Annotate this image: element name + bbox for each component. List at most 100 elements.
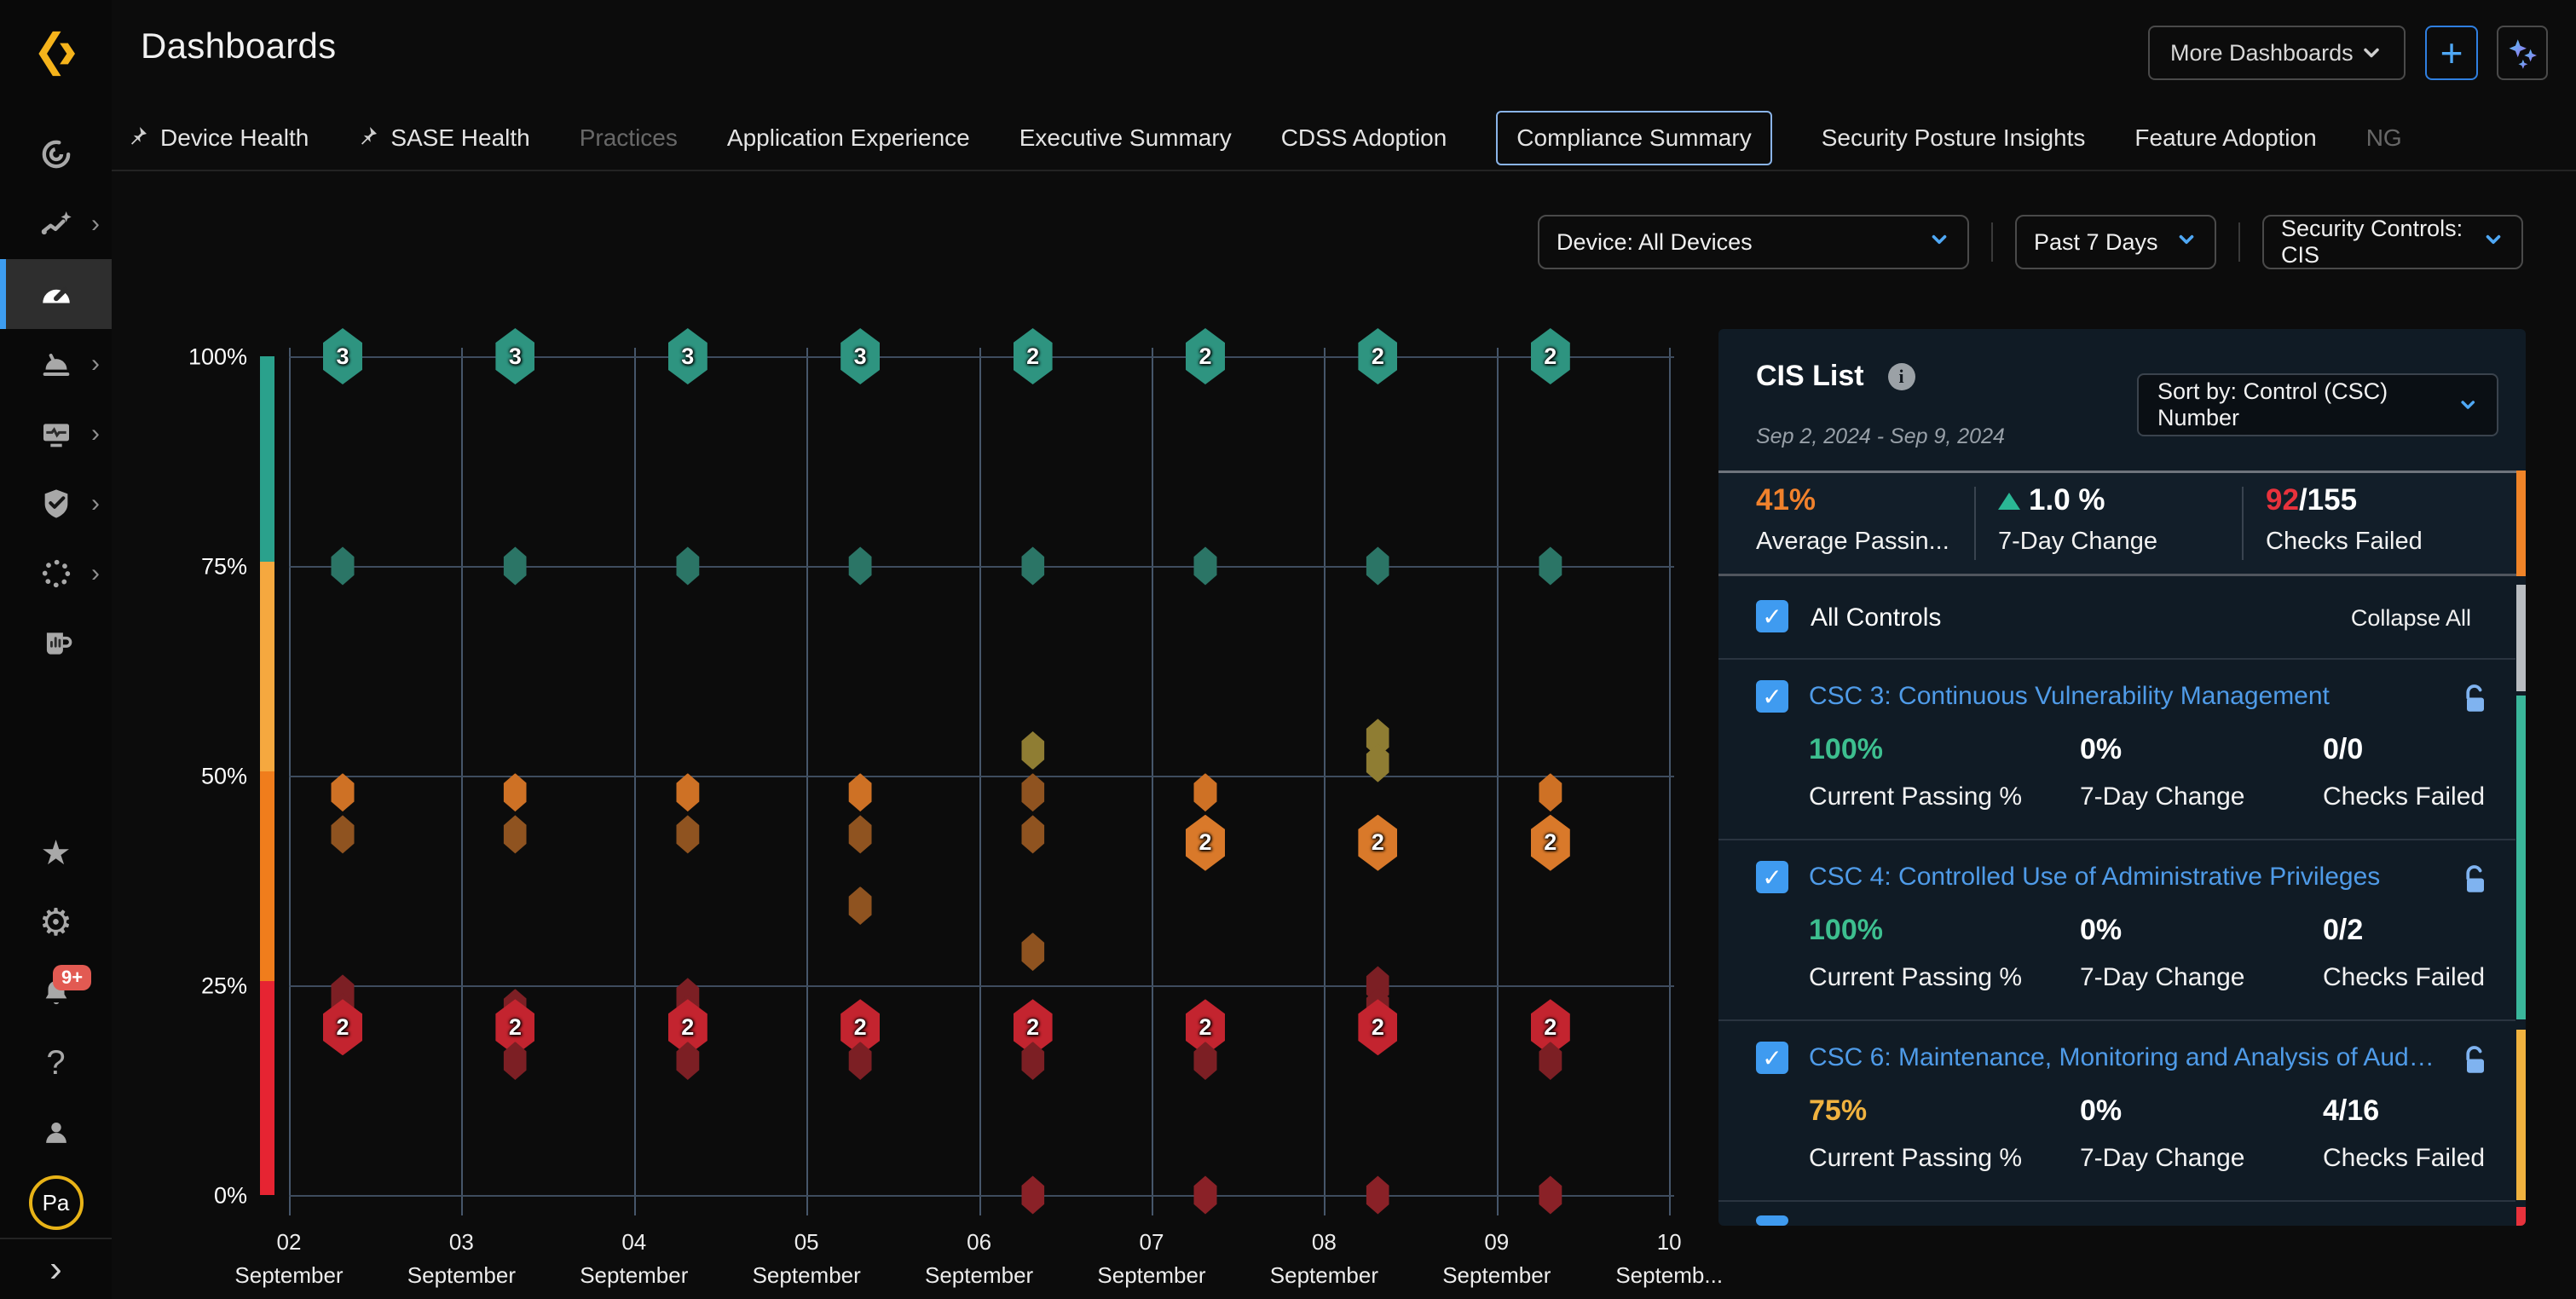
- data-point-hexagon[interactable]: 2: [1014, 328, 1053, 384]
- data-point-hexagon[interactable]: [1366, 547, 1389, 586]
- control-checkbox[interactable]: ✓: [1756, 861, 1788, 893]
- data-point-hexagon[interactable]: 2: [1531, 328, 1570, 384]
- y-axis-tick: 0%: [136, 1183, 247, 1210]
- control-stat-value: 0%: [2080, 914, 2122, 947]
- unlock-icon[interactable]: [2463, 864, 2488, 901]
- stat-checks-failed: 92/155Checks Failed: [2266, 483, 2423, 556]
- data-point-hexagon[interactable]: 3: [840, 328, 880, 384]
- x-axis-tick: 03September: [367, 1226, 555, 1292]
- data-point-hexagon[interactable]: 3: [495, 328, 534, 384]
- control-stat-label: Current Passing %: [1809, 1144, 2022, 1173]
- gridline: [1669, 348, 1671, 1215]
- data-point-hexagon[interactable]: 2: [1358, 815, 1397, 871]
- cis-control-row: ✓ CSC 4: Controlled Use of Administrative…: [1718, 842, 2526, 1018]
- status-strip-segment[interactable]: [2516, 585, 2526, 691]
- gridline: [1152, 348, 1153, 1215]
- x-axis-tick: 02September: [195, 1226, 383, 1292]
- data-point-hexagon[interactable]: 3: [668, 328, 708, 384]
- data-point-hexagon[interactable]: [849, 773, 872, 811]
- control-stat-label: 7-Day Change: [2080, 782, 2244, 811]
- data-point-hexagon[interactable]: [1366, 1176, 1389, 1215]
- data-point-hexagon[interactable]: [849, 547, 872, 586]
- data-point-label: 3: [854, 344, 867, 370]
- control-stat-value: 4/16: [2323, 1094, 2379, 1128]
- unlock-icon: [2463, 864, 2488, 897]
- data-point-hexagon[interactable]: [1539, 1176, 1562, 1215]
- data-point-label: 2: [336, 1014, 349, 1041]
- data-point-hexagon[interactable]: [504, 773, 527, 811]
- status-strip-segment: [2516, 1030, 2526, 1200]
- data-point-hexagon[interactable]: 2: [1358, 999, 1397, 1055]
- data-point-hexagon[interactable]: [1194, 1176, 1217, 1215]
- control-title-link[interactable]: CSC 3: Continuous Vulnerability Manageme…: [1809, 682, 2330, 711]
- status-strip-segment: [2516, 1207, 2526, 1226]
- stat-average-passin-: 41%Average Passin...: [1756, 483, 1949, 556]
- data-point-hexagon[interactable]: [1539, 773, 1562, 811]
- cis-control-row: ✓ CSC 3: Continuous Vulnerability Managem…: [1718, 661, 2526, 837]
- data-point-hexagon[interactable]: [332, 773, 355, 811]
- control-checkbox[interactable]: ✓: [1756, 680, 1788, 713]
- data-point-hexagon[interactable]: [1021, 1176, 1044, 1215]
- data-point-hexagon[interactable]: [504, 815, 527, 853]
- data-point-hexagon[interactable]: [849, 886, 872, 925]
- info-icon[interactable]: i: [1888, 363, 1915, 390]
- data-point-label: 2: [1544, 1014, 1557, 1041]
- cis-control-row: ✓ CSC 6: Maintenance, Monitoring and Anal…: [1718, 1023, 2526, 1198]
- data-point-hexagon[interactable]: [1194, 773, 1217, 811]
- divider: [1718, 1200, 2515, 1202]
- divider: [1718, 839, 2515, 840]
- gridline: [461, 348, 463, 1215]
- data-point-hexagon[interactable]: [332, 547, 355, 586]
- all-controls-checkbox[interactable]: ✓: [1756, 600, 1788, 632]
- data-point-label: 2: [1198, 1014, 1211, 1041]
- data-point-hexagon[interactable]: [676, 773, 699, 811]
- data-point-hexagon[interactable]: 2: [1186, 815, 1225, 871]
- sort-by-dropdown[interactable]: Sort by: Control (CSC) Number: [2137, 373, 2498, 436]
- control-stat-value: 0/0: [2323, 733, 2363, 766]
- data-point-hexagon[interactable]: [1021, 731, 1044, 770]
- stat-7-day-change: 1.0 %7-Day Change: [1998, 483, 2157, 556]
- data-point-hexagon[interactable]: [1021, 815, 1044, 853]
- unlock-icon[interactable]: [2463, 684, 2488, 720]
- data-point-label: 2: [854, 1014, 867, 1041]
- data-point-hexagon[interactable]: [1021, 932, 1044, 971]
- control-title-link[interactable]: CSC 4: Controlled Use of Administrative …: [1809, 863, 2380, 892]
- unlock-icon[interactable]: [2463, 1045, 2488, 1082]
- control-title-link[interactable]: CSC 6: Maintenance, Monitoring and Analy…: [1809, 1043, 2440, 1072]
- data-point-hexagon[interactable]: [676, 547, 699, 586]
- data-point-hexagon[interactable]: [1021, 773, 1044, 811]
- data-point-hexagon[interactable]: 2: [323, 999, 362, 1055]
- collapse-all-button[interactable]: Collapse All: [2351, 605, 2471, 632]
- cis-list-panel: CIS List i Sort by: Control (CSC) Number…: [1718, 329, 2526, 1226]
- data-point-label: 2: [1026, 1014, 1039, 1041]
- data-point-hexagon[interactable]: [849, 815, 872, 853]
- panel-date-range: Sep 2, 2024 - Sep 9, 2024: [1756, 424, 2005, 449]
- data-point-hexagon[interactable]: [1194, 547, 1217, 586]
- stat-separator: [1974, 487, 1976, 560]
- control-stat-value: 75%: [1809, 1094, 1867, 1128]
- control-checkbox[interactable]: ✓: [1756, 1042, 1788, 1074]
- status-strip-segment: [2516, 471, 2526, 576]
- data-point-hexagon[interactable]: 3: [323, 328, 362, 384]
- data-point-label: 2: [1198, 829, 1211, 856]
- data-point-hexagon[interactable]: [1539, 547, 1562, 586]
- x-axis-tick: 08September: [1230, 1226, 1418, 1292]
- app-window: › › ›: [0, 0, 2576, 1299]
- data-point-hexagon[interactable]: [1021, 547, 1044, 586]
- control-stat-label: Current Passing %: [1809, 782, 2022, 811]
- data-point-hexagon[interactable]: 2: [1358, 328, 1397, 384]
- data-point-hexagon[interactable]: [676, 815, 699, 853]
- control-stat-value: 0/2: [2323, 914, 2363, 947]
- control-checkbox[interactable]: [1756, 1215, 1788, 1226]
- data-point-hexagon[interactable]: 2: [1531, 815, 1570, 871]
- gridline: [289, 1195, 1674, 1197]
- control-stat-value: 100%: [1809, 914, 1883, 947]
- data-point-hexagon[interactable]: [332, 815, 355, 853]
- stat-separator: [2242, 487, 2244, 560]
- y-axis-color-band: [260, 356, 274, 562]
- data-point-hexagon[interactable]: 2: [1186, 328, 1225, 384]
- gridline: [1324, 348, 1326, 1215]
- data-point-hexagon[interactable]: [504, 547, 527, 586]
- data-point-label: 3: [681, 344, 694, 370]
- control-stat-label: Checks Failed: [2323, 963, 2485, 992]
